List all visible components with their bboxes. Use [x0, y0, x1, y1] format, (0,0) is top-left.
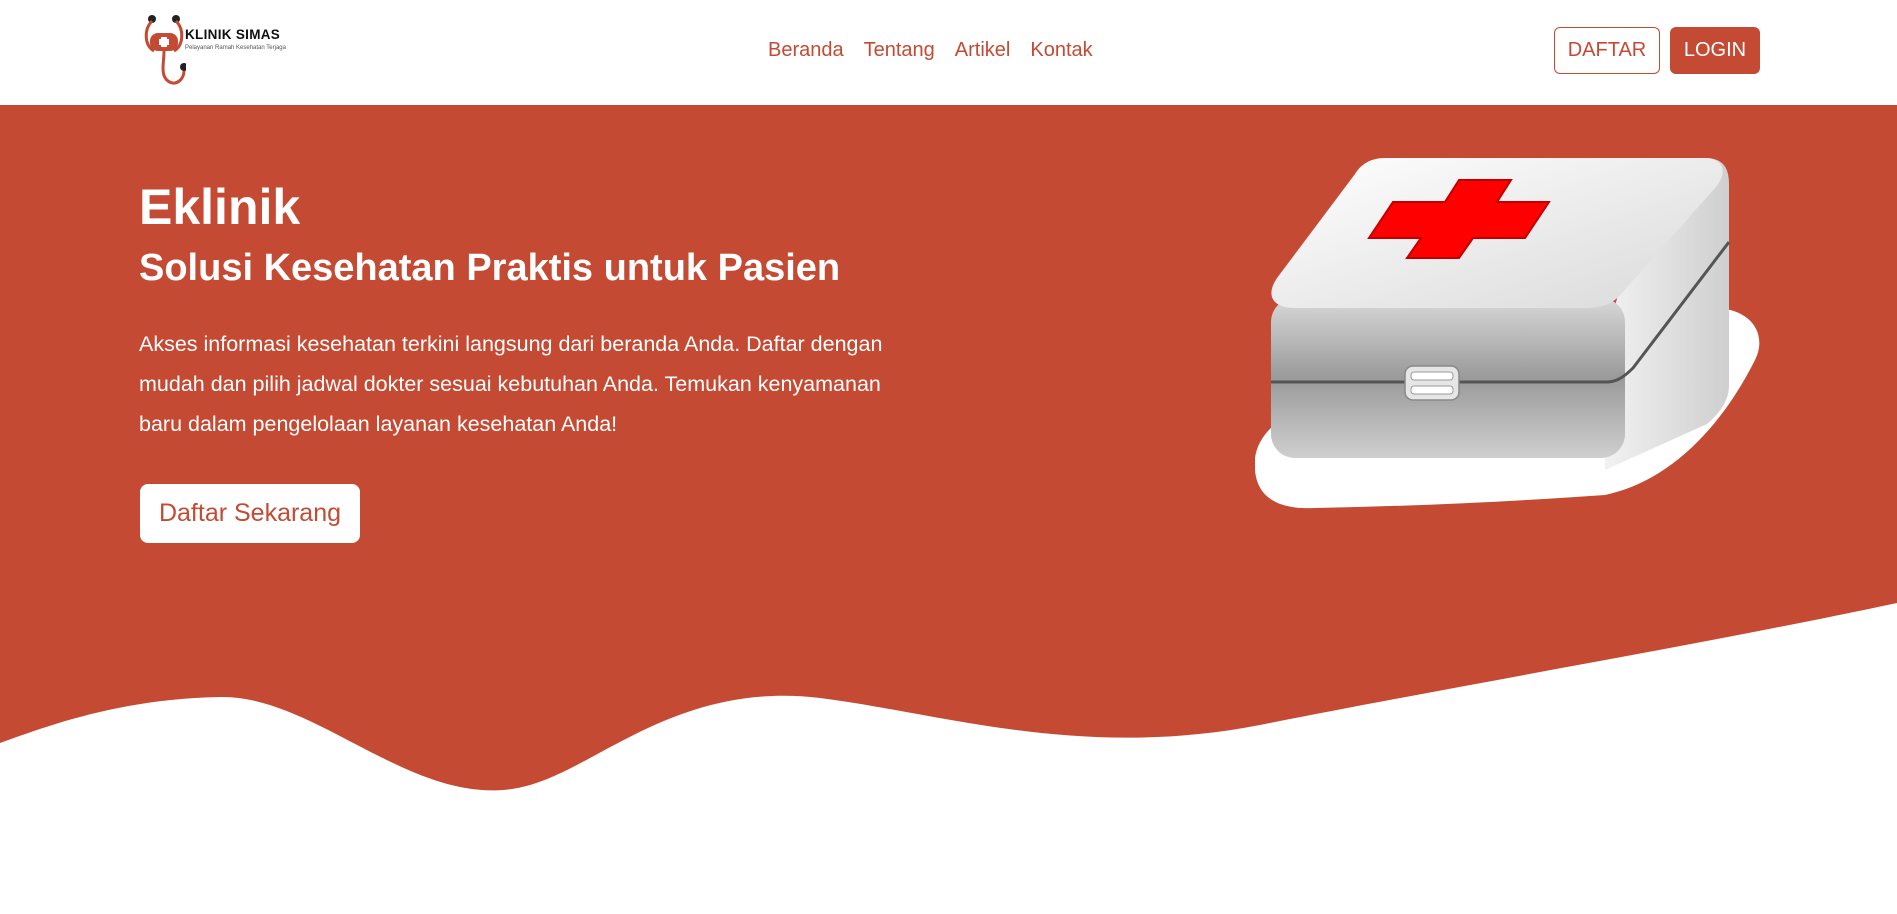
hero-description: Akses informasi kesehatan terkini langsu…: [139, 332, 883, 436]
brand-name: KLINIK SIMAS: [185, 27, 281, 42]
nav-link-tentang[interactable]: Tentang: [864, 39, 935, 62]
daftar-sekarang-button[interactable]: Daftar Sekarang: [140, 484, 360, 543]
brand-tagline: Pelayanan Ramah Kesehatan Terjaga: [185, 45, 286, 51]
hero-title: Eklinik: [139, 179, 301, 235]
nav-link-beranda[interactable]: Beranda: [768, 39, 844, 62]
navbar: KLINIK SIMAS Pelayanan Ramah Kesehatan T…: [0, 0, 1897, 105]
nav-link-artikel[interactable]: Artikel: [955, 39, 1011, 62]
stethoscope-logo-icon: [144, 15, 186, 85]
first-aid-kit-icon: [1255, 158, 1760, 509]
nav-link-kontak[interactable]: Kontak: [1030, 39, 1092, 62]
main-nav: Beranda Tentang Artikel Kontak: [768, 39, 1113, 62]
clinic-logo[interactable]: KLINIK SIMAS Pelayanan Ramah Kesehatan T…: [140, 13, 300, 87]
hero-subtitle: Solusi Kesehatan Praktis untuk Pasien: [139, 247, 841, 289]
login-button[interactable]: LOGIN: [1670, 27, 1760, 74]
daftar-button[interactable]: DAFTAR: [1554, 27, 1660, 74]
